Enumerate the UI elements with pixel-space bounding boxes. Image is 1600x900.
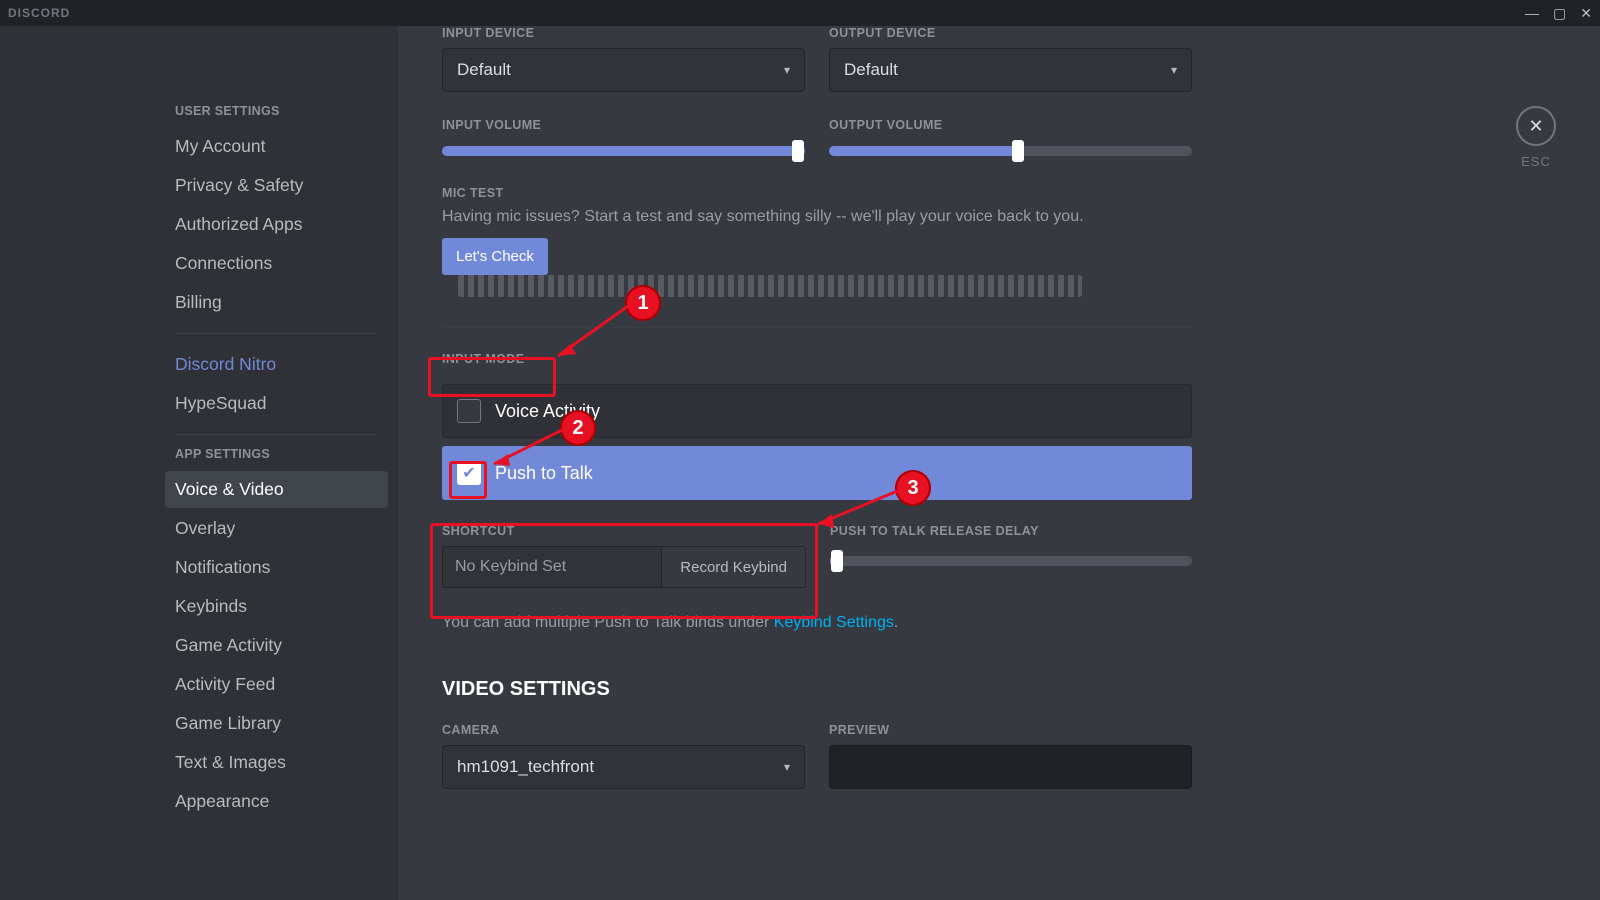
sidebar-item-billing[interactable]: Billing xyxy=(165,284,388,321)
camera-value: hm1091_techfront xyxy=(457,757,594,777)
sidebar-item-text-images[interactable]: Text & Images xyxy=(165,744,388,781)
keybind-value: No Keybind Set xyxy=(443,547,661,587)
sidebar-category-app: APP SETTINGS xyxy=(175,447,378,461)
titlebar: DISCORD — ▢ ✕ xyxy=(0,0,1600,26)
maximize-icon[interactable]: ▢ xyxy=(1553,5,1566,22)
sidebar-item-discord-nitro[interactable]: Discord Nitro xyxy=(165,346,388,383)
sidebar-item-privacy-safety[interactable]: Privacy & Safety xyxy=(165,167,388,204)
ptt-release-delay-slider[interactable] xyxy=(830,556,1192,566)
output-volume-slider[interactable] xyxy=(829,146,1192,156)
camera-preview xyxy=(829,745,1192,789)
close-settings: ✕ ESC xyxy=(1516,106,1556,169)
record-keybind-button[interactable]: Record Keybind xyxy=(661,547,805,587)
close-window-icon[interactable]: ✕ xyxy=(1580,5,1592,22)
sidebar-separator xyxy=(175,434,378,435)
input-volume-label: INPUT VOLUME xyxy=(442,118,805,132)
chevron-down-icon: ▾ xyxy=(784,63,790,77)
keybind-hint: You can add multiple Push to Talk binds … xyxy=(442,614,1556,632)
mic-test-label: MIC TEST xyxy=(442,186,1192,200)
chevron-down-icon: ▾ xyxy=(1171,63,1177,77)
chevron-down-icon: ▾ xyxy=(784,760,790,774)
mic-test-button[interactable]: Let's Check xyxy=(442,238,548,275)
settings-sidebar: USER SETTINGS My Account Privacy & Safet… xyxy=(0,26,398,900)
input-device-value: Default xyxy=(457,60,511,80)
input-mode-voice-activity[interactable]: Voice Activity xyxy=(442,384,1192,438)
keybind-input[interactable]: No Keybind Set Record Keybind xyxy=(442,546,806,588)
camera-select[interactable]: hm1091_techfront ▾ xyxy=(442,745,805,789)
section-divider xyxy=(442,327,1192,328)
sidebar-item-connections[interactable]: Connections xyxy=(165,245,388,282)
sidebar-item-authorized-apps[interactable]: Authorized Apps xyxy=(165,206,388,243)
output-volume-label: OUTPUT VOLUME xyxy=(829,118,1192,132)
sidebar-item-appearance[interactable]: Appearance xyxy=(165,783,388,820)
sidebar-separator xyxy=(175,333,378,334)
radio-label: Push to Talk xyxy=(495,463,593,484)
settings-content: ✕ ESC INPUT DEVICE Default ▾ OUTPUT DEVI… xyxy=(398,26,1600,900)
close-settings-button[interactable]: ✕ xyxy=(1516,106,1556,146)
window-controls: — ▢ ✕ xyxy=(1525,5,1592,22)
output-device-select[interactable]: Default ▾ xyxy=(829,48,1192,92)
video-settings-heading: VIDEO SETTINGS xyxy=(442,678,1556,701)
output-device-label: OUTPUT DEVICE xyxy=(829,26,1192,40)
sidebar-item-hypesquad[interactable]: HypeSquad xyxy=(165,385,388,422)
checkbox-icon xyxy=(457,399,481,423)
shortcut-label: SHORTCUT xyxy=(442,524,806,538)
input-volume-slider[interactable] xyxy=(442,146,805,156)
sidebar-item-activity-feed[interactable]: Activity Feed xyxy=(165,666,388,703)
input-device-select[interactable]: Default ▾ xyxy=(442,48,805,92)
sidebar-item-keybinds[interactable]: Keybinds xyxy=(165,588,388,625)
input-mode-push-to-talk[interactable]: ✔ Push to Talk xyxy=(442,446,1192,500)
preview-label: PREVIEW xyxy=(829,723,1192,737)
ptt-release-delay-label: PUSH TO TALK RELEASE DELAY xyxy=(830,524,1192,538)
sidebar-item-game-activity[interactable]: Game Activity xyxy=(165,627,388,664)
camera-label: CAMERA xyxy=(442,723,805,737)
sidebar-item-notifications[interactable]: Notifications xyxy=(165,549,388,586)
app-brand: DISCORD xyxy=(8,6,70,20)
sidebar-category-user: USER SETTINGS xyxy=(175,104,378,118)
mic-level-meter xyxy=(458,275,1082,297)
sidebar-item-game-library[interactable]: Game Library xyxy=(165,705,388,742)
minimize-icon[interactable]: — xyxy=(1525,5,1539,22)
radio-label: Voice Activity xyxy=(495,401,600,422)
checkbox-checked-icon: ✔ xyxy=(457,461,481,485)
close-esc-label: ESC xyxy=(1516,154,1556,169)
input-mode-label: INPUT MODE xyxy=(442,352,524,366)
input-device-label: INPUT DEVICE xyxy=(442,26,805,40)
sidebar-item-overlay[interactable]: Overlay xyxy=(165,510,388,547)
sidebar-item-voice-video[interactable]: Voice & Video xyxy=(165,471,388,508)
keybind-settings-link[interactable]: Keybind Settings xyxy=(774,614,894,631)
output-device-value: Default xyxy=(844,60,898,80)
mic-test-help: Having mic issues? Start a test and say … xyxy=(442,208,1192,226)
sidebar-item-my-account[interactable]: My Account xyxy=(165,128,388,165)
